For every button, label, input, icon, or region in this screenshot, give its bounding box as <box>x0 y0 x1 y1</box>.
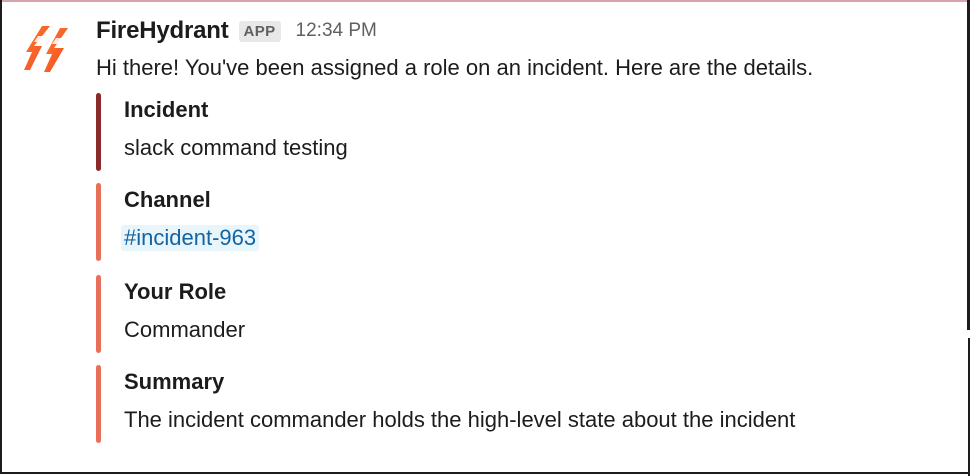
field-value: Commander <box>124 317 246 342</box>
message-header: FireHydrant APP 12:34 PM <box>96 14 377 48</box>
channel-link[interactable]: #incident-963 <box>121 225 260 251</box>
attachment-bar <box>96 365 101 443</box>
field-label: Incident <box>124 97 209 122</box>
field-value: The incident commander holds the high-le… <box>124 407 796 432</box>
attachment-bar <box>96 183 101 261</box>
firehydrant-logo-icon[interactable] <box>20 22 76 78</box>
field-label: Summary <box>124 369 225 394</box>
message-intro: Hi there! You've been assigned a role on… <box>96 55 814 80</box>
field-value: slack command testing <box>124 135 348 160</box>
app-badge: APP <box>238 20 281 42</box>
attachment-bar <box>96 275 101 353</box>
sender-name[interactable]: FireHydrant <box>96 17 229 45</box>
field-label: Your Role <box>124 279 227 304</box>
message-timestamp[interactable]: 12:34 PM <box>296 20 377 42</box>
field-label: Channel <box>124 187 211 212</box>
attachment-bar <box>96 93 101 171</box>
